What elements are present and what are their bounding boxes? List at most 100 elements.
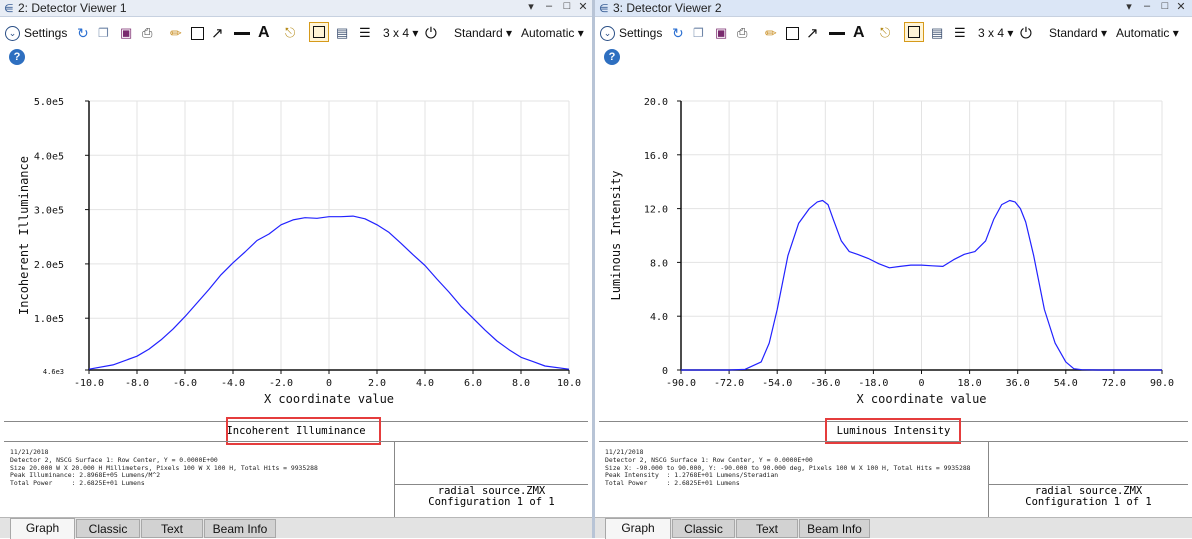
x-tick-label: -54.0	[762, 378, 792, 389]
close-icon[interactable]: ✕	[576, 0, 590, 13]
pencil-icon[interactable]: ✏	[170, 23, 182, 43]
layers-icon[interactable]: ☰	[954, 23, 966, 43]
save-icon[interactable]: ▣	[120, 23, 132, 43]
tab-text[interactable]: Text	[141, 519, 203, 538]
window-icon[interactable]: ▤	[336, 23, 348, 43]
maximize-icon[interactable]: □	[560, 0, 574, 12]
rectangle-icon[interactable]	[191, 23, 204, 43]
detector-viewer-1: ⋹ 2: Detector Viewer 1 ▾ – □ ✕ ⌄ Setting…	[0, 0, 592, 539]
print-icon[interactable]: ⎙	[142, 23, 152, 43]
x-tick-label: -2.0	[269, 378, 293, 389]
tab-text[interactable]: Text	[736, 519, 798, 538]
detector-viewer-2: ⋹ 3: Detector Viewer 2 ▾ – □ ✕ ⌄ Setting…	[595, 0, 1192, 539]
rectangle-icon[interactable]	[786, 23, 799, 43]
maximize-icon[interactable]: □	[1158, 0, 1172, 12]
y-tick-label: 8.0	[650, 258, 668, 269]
layers-icon[interactable]: ☰	[359, 23, 371, 43]
close-icon[interactable]: ✕	[1174, 0, 1188, 13]
tab-classic[interactable]: Classic	[76, 519, 140, 538]
tab-beam-info[interactable]: Beam Info	[204, 519, 276, 538]
info-panel: Luminous Intensity 11/21/2018 Detector 2…	[599, 418, 1188, 518]
dropdown-arrow-icon[interactable]: ▾	[1122, 0, 1136, 13]
text-annotation-icon[interactable]: A	[258, 23, 270, 43]
settings-button[interactable]: Settings	[24, 23, 67, 43]
arrow-icon[interactable]: ↗	[211, 23, 224, 43]
x-tick-label: 4.0	[416, 378, 434, 389]
y-tick-label: 1.0e5	[34, 314, 64, 325]
y-tick-label: 4.6e3	[43, 368, 64, 376]
x-axis-label: X coordinate value	[264, 392, 394, 406]
refresh-icon[interactable]: ↻	[672, 23, 684, 43]
y-tick-label: 0	[662, 366, 668, 377]
tab-classic[interactable]: Classic	[672, 519, 735, 538]
divider	[599, 441, 1188, 442]
detector-details: 11/21/2018 Detector 2, NSCG Surface 1: R…	[605, 448, 971, 488]
x-tick-label: 0	[918, 378, 924, 389]
chart-area: -10.0 -8.0 -6.0 -4.0 -2.0 0 2.0 4.0 6.0 8.0 10.0 4.…	[0, 70, 592, 420]
x-tick-label: 0	[326, 378, 332, 389]
minimize-icon[interactable]: –	[1140, 0, 1154, 12]
intensity-chart: -90.0 -72.0 -54.0 -36.0 -18.0 0 18.0 36.0 54.0 72…	[609, 97, 1174, 406]
settings-button[interactable]: Settings	[619, 23, 662, 43]
x-tick-label: -72.0	[714, 378, 744, 389]
x-tick-label: 90.0	[1150, 378, 1174, 389]
window-titlebar[interactable]: ⋹ 3: Detector Viewer 2 ▾ – □ ✕	[595, 0, 1192, 17]
help-icon[interactable]: ?	[9, 49, 25, 65]
x-tick-label: 18.0	[958, 378, 982, 389]
save-icon[interactable]: ▣	[715, 23, 727, 43]
settings-toggle-icon[interactable]: ⌄	[600, 23, 615, 43]
y-axis-label: Luminous Intensity	[609, 170, 623, 300]
tab-beam-info[interactable]: Beam Info	[799, 519, 870, 538]
automatic-dropdown[interactable]: Automatic ▾	[521, 23, 584, 43]
x-tick-label: 54.0	[1054, 378, 1078, 389]
x-tick-label: 2.0	[368, 378, 386, 389]
detector-details: 11/21/2018 Detector 2, NSCG Surface 1: R…	[10, 448, 318, 488]
y-tick-label: 4.0	[650, 312, 668, 323]
help-icon[interactable]: ?	[604, 49, 620, 65]
x-tick-label: -18.0	[858, 378, 888, 389]
refresh-icon[interactable]: ↻	[77, 23, 89, 43]
x-tick-label: 36.0	[1006, 378, 1030, 389]
print-icon[interactable]: ⎙	[737, 23, 747, 43]
lock-icon[interactable]: ⎋	[285, 23, 295, 43]
dock-icon: ⋹	[599, 3, 609, 15]
grid-view-icon[interactable]	[309, 22, 329, 42]
settings-toggle-icon[interactable]: ⌄	[5, 23, 20, 43]
y-tick-label: 5.0e5	[34, 97, 64, 108]
window-titlebar[interactable]: ⋹ 2: Detector Viewer 1 ▾ – □ ✕	[0, 0, 592, 17]
divider	[4, 441, 588, 442]
window-icon[interactable]: ▤	[931, 23, 943, 43]
configuration-label: Configuration 1 of 1	[1025, 496, 1152, 508]
grid-view-icon[interactable]	[904, 22, 924, 42]
minimize-icon[interactable]: –	[542, 0, 556, 12]
power-icon[interactable]: ⏻	[1020, 23, 1032, 43]
x-tick-label: -4.0	[221, 378, 245, 389]
tab-graph[interactable]: Graph	[605, 518, 671, 539]
x-tick-label: 10.0	[557, 378, 581, 389]
layout-dropdown[interactable]: 3 x 4 ▾	[383, 23, 418, 43]
dropdown-arrow-icon[interactable]: ▾	[524, 0, 538, 13]
configuration-label: Configuration 1 of 1	[428, 496, 555, 508]
line-icon[interactable]	[829, 23, 845, 43]
copy-icon[interactable]: ❐	[98, 23, 109, 43]
text-annotation-icon[interactable]: A	[853, 23, 865, 43]
x-tick-label: -10.0	[74, 378, 104, 389]
x-tick-label: -8.0	[125, 378, 149, 389]
y-tick-label: 2.0e5	[34, 260, 64, 271]
x-tick-label: 72.0	[1102, 378, 1126, 389]
pencil-icon[interactable]: ✏	[765, 23, 777, 43]
tab-graph[interactable]: Graph	[10, 518, 75, 539]
line-icon[interactable]	[234, 23, 250, 43]
y-tick-label: 12.0	[644, 205, 668, 216]
y-tick-label: 4.0e5	[34, 151, 64, 162]
y-tick-label: 3.0e5	[34, 206, 64, 217]
standard-dropdown[interactable]: Standard ▾	[1049, 23, 1107, 43]
info-panel: Incoherent Illuminance 11/21/2018 Detect…	[4, 417, 588, 518]
standard-dropdown[interactable]: Standard ▾	[454, 23, 512, 43]
layout-dropdown[interactable]: 3 x 4 ▾	[978, 23, 1013, 43]
arrow-icon[interactable]: ↗	[806, 23, 819, 43]
copy-icon[interactable]: ❐	[693, 23, 704, 43]
power-icon[interactable]: ⏻	[425, 23, 437, 43]
automatic-dropdown[interactable]: Automatic ▾	[1116, 23, 1179, 43]
lock-icon[interactable]: ⎋	[880, 23, 890, 43]
